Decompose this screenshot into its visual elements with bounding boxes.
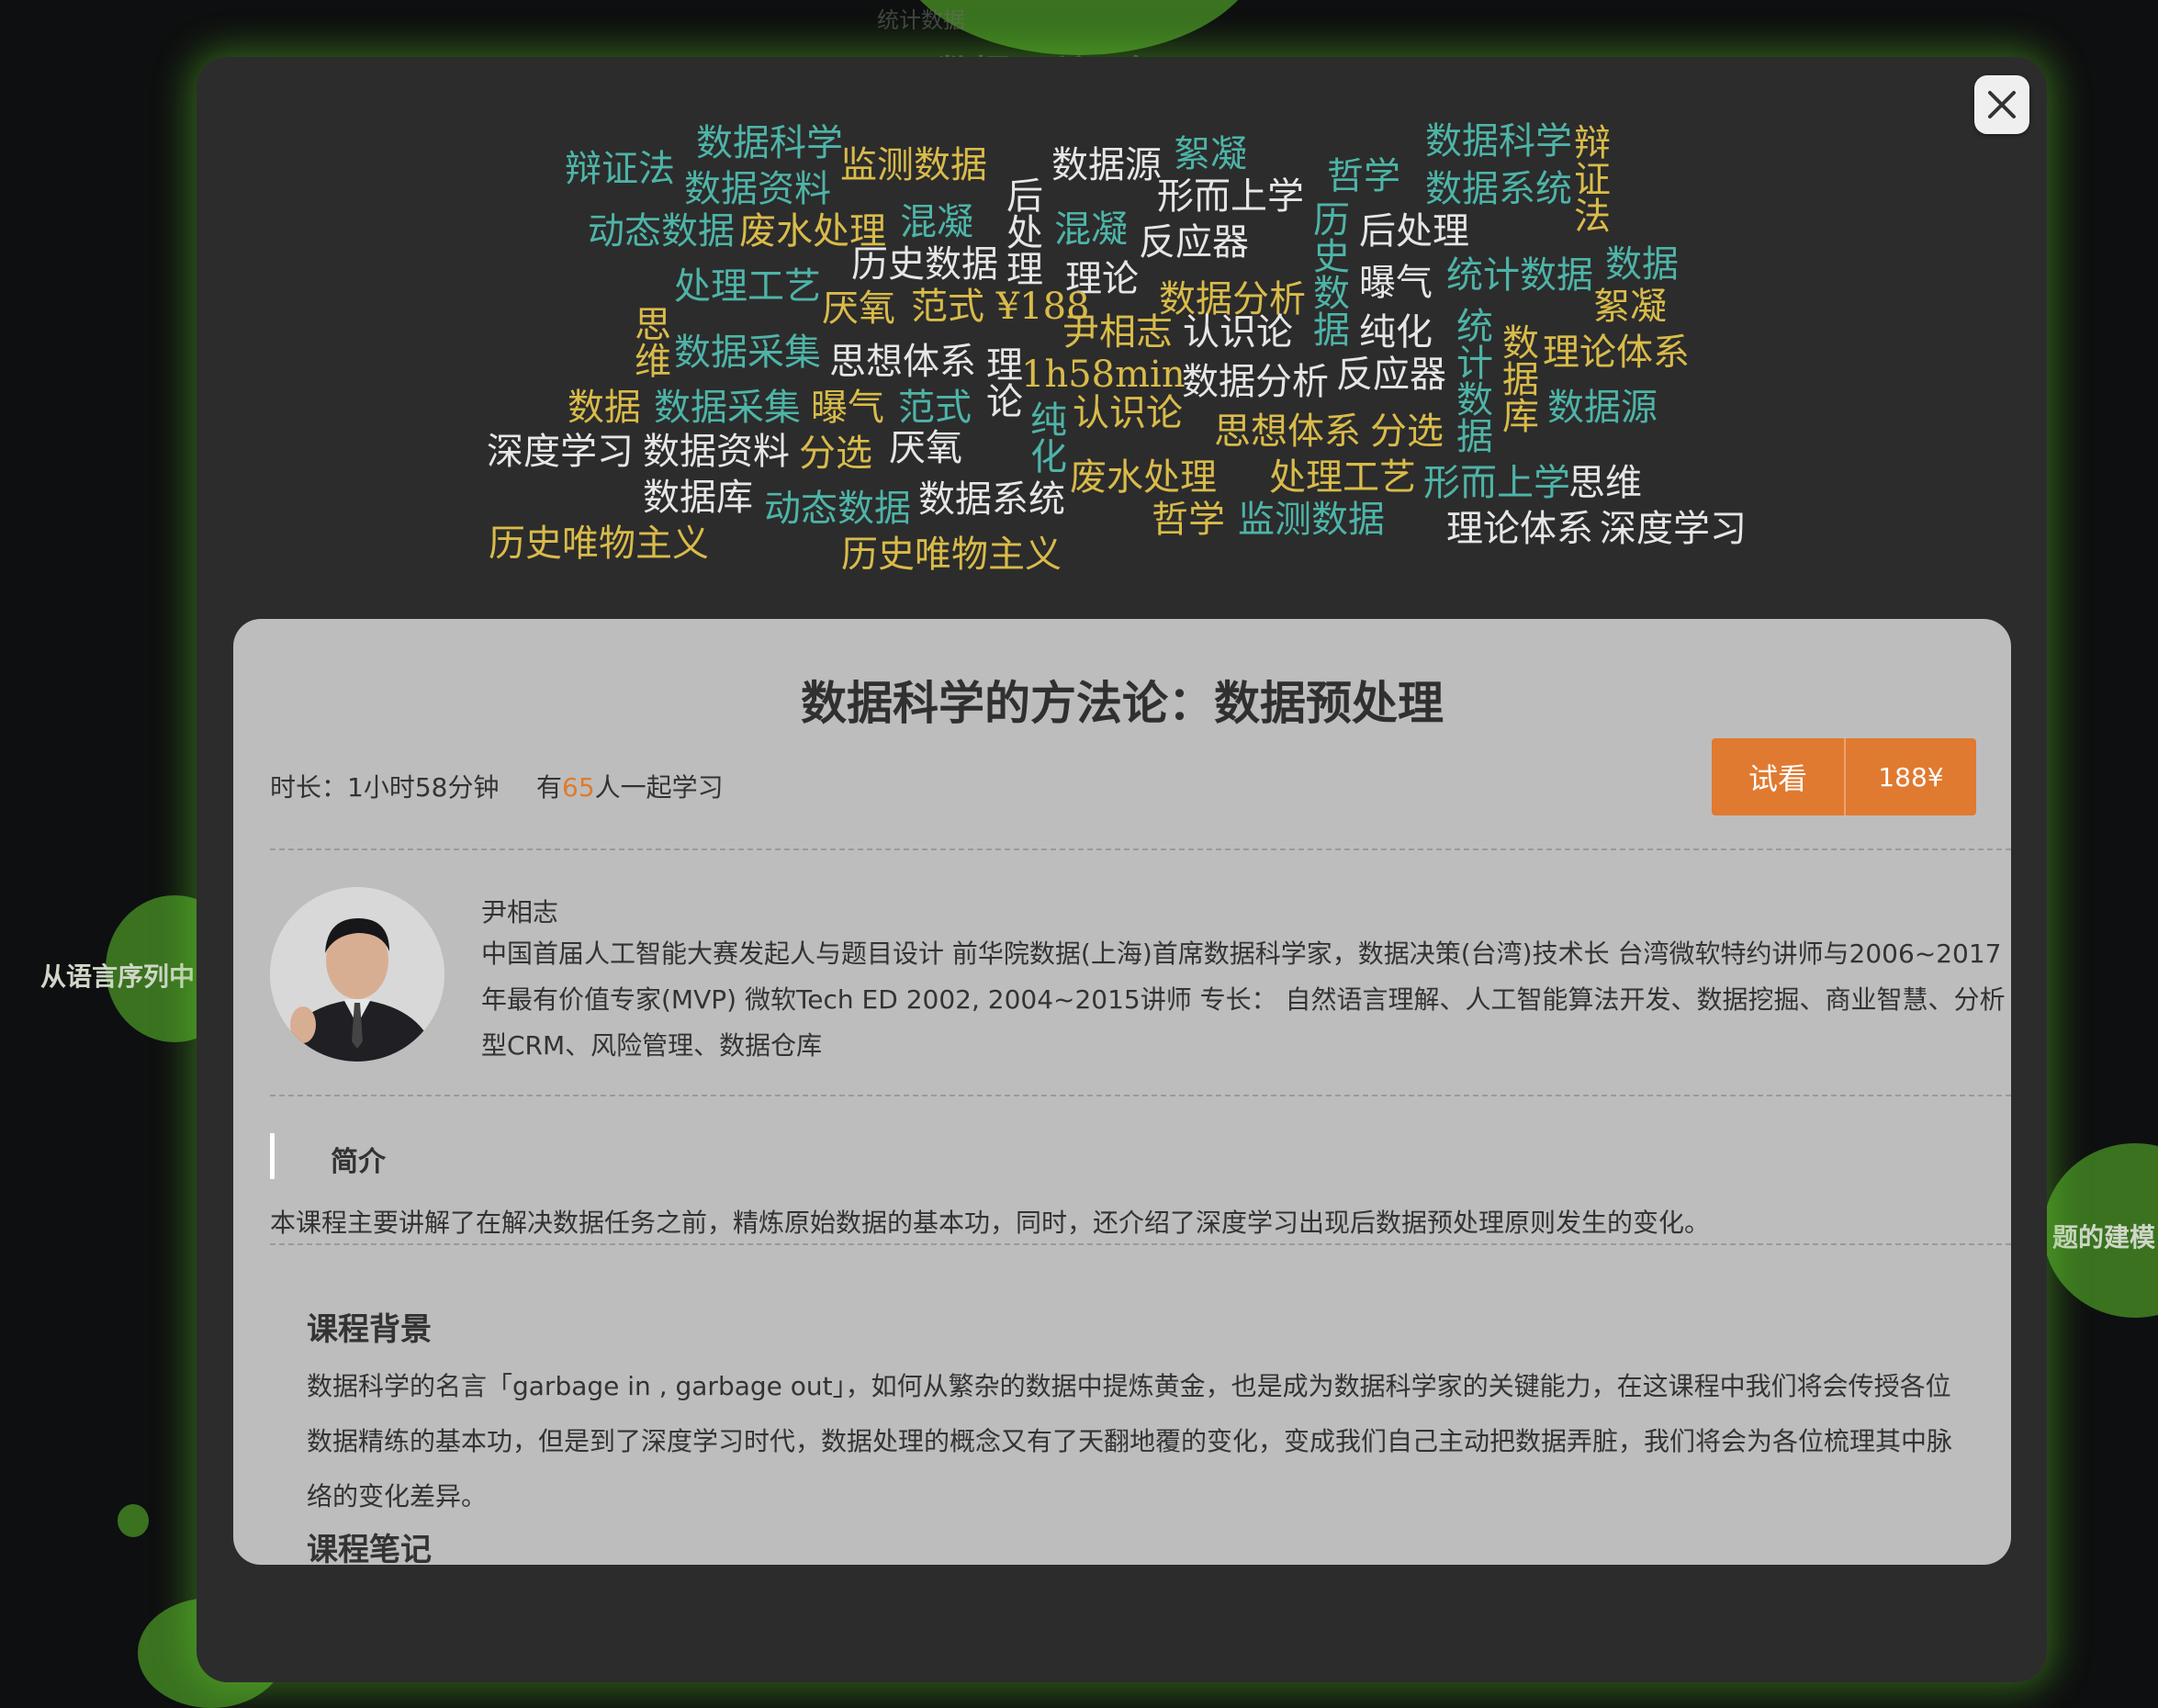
word-cloud-word: 历史数据: [1307, 200, 1349, 347]
word-cloud-word: 纯化: [1024, 400, 1066, 474]
word-cloud-word: 深度学习: [487, 431, 634, 473]
word-cloud-word: 理论体系: [1543, 331, 1690, 374]
divider: [270, 1243, 2011, 1245]
close-icon: [1988, 91, 2016, 118]
word-cloud-word: 纯化: [1359, 311, 1433, 354]
word-cloud-word: 分选: [1370, 410, 1444, 453]
word-cloud-word: 厌氧: [822, 287, 895, 330]
word-cloud-word: 哲学: [1152, 499, 1225, 541]
teacher-name: 尹相志: [481, 897, 559, 927]
teacher-avatar: [270, 887, 444, 1062]
background-title: 课程背景: [307, 1311, 432, 1348]
bg-label-left: 从语言序列中: [40, 961, 196, 992]
word-cloud-word: 范式: [898, 387, 972, 429]
word-cloud-word: 数据: [1605, 243, 1679, 286]
word-cloud-word: 辩证法: [1568, 123, 1610, 233]
word-cloud-word: 数据源: [1547, 387, 1658, 429]
word-cloud-word: 混凝: [900, 201, 973, 243]
word-cloud-word: 处理工艺: [674, 265, 821, 308]
word-cloud-word: 历史唯物主义: [841, 534, 1062, 576]
bg-label-top: 统计数据: [877, 7, 965, 33]
word-cloud-word: 理论体系: [1446, 508, 1593, 550]
word-cloud-word: 形而上学: [1157, 175, 1304, 218]
word-cloud-word: 数据系统: [918, 478, 1065, 521]
word-cloud-word: 数据分析: [1182, 361, 1329, 403]
word-cloud-word: 统计数据: [1450, 307, 1492, 454]
word-cloud-word: 数据库: [1496, 323, 1538, 433]
word-cloud-word: 数据库: [643, 477, 753, 519]
learners-count: 65: [562, 772, 595, 803]
teacher-bio: 中国首届人工智能大赛发起人与题目设计 前华院数据(上海)首席数据科学家，数据决策…: [481, 938, 2006, 1061]
close-button[interactable]: [1974, 75, 2029, 134]
word-cloud-word: 哲学: [1327, 155, 1400, 197]
divider: [270, 1095, 2011, 1096]
word-cloud-word: 数据资料: [643, 431, 790, 473]
word-cloud-word: 数据系统: [1425, 168, 1572, 210]
try-watch-button[interactable]: 试看: [1712, 738, 1846, 815]
word-cloud-word: 深度学习: [1600, 508, 1747, 550]
word-cloud-word: 反应器: [1336, 354, 1446, 396]
word-cloud-word: 1h58min: [1021, 354, 1186, 396]
word-cloud-word: 思维: [1568, 462, 1642, 504]
bg-label-right: 题的建模: [2052, 1222, 2156, 1253]
bg-bubble-small: [118, 1504, 149, 1537]
course-info-card: 数据科学的方法论：数据预处理 时长：1小时58分钟 有65人一起学习 试看 18…: [233, 619, 2011, 1565]
course-title: 数据科学的方法论：数据预处理: [801, 677, 1444, 730]
word-cloud-word: 混凝: [1054, 208, 1128, 251]
word-cloud-word: 思维: [628, 305, 670, 378]
word-cloud-word: 后处理: [1359, 210, 1469, 253]
word-cloud: 辩证法 数据科学 监测数据 数据源 絮凝 哲学 数据科学 辩证法 数据资料 形而…: [459, 110, 1747, 588]
learners-suffix: 人一起学习: [594, 772, 724, 803]
word-cloud-word: 历史唯物主义: [489, 523, 709, 565]
word-cloud-word: 动态数据: [588, 210, 735, 253]
word-cloud-word: 数据源: [1051, 144, 1162, 186]
purchase-button-group: 试看 188¥: [1712, 738, 1976, 815]
section-marker: [270, 1133, 275, 1179]
learners-count-text: 有65人一起学习: [536, 768, 724, 804]
word-cloud-word: 形而上学: [1423, 462, 1570, 504]
notes-title: 课程笔记: [307, 1532, 432, 1565]
word-cloud-word: 厌氧: [889, 427, 962, 469]
word-cloud-word: 监测数据: [1238, 499, 1385, 541]
word-cloud-word: 认识论: [1183, 311, 1293, 354]
word-cloud-word: 历史数据: [851, 243, 998, 286]
learners-prefix: 有: [536, 772, 563, 803]
word-cloud-word: 絮凝: [1174, 133, 1247, 175]
word-cloud-word: 数据采集: [674, 331, 821, 374]
word-cloud-word: 数据资料: [684, 168, 831, 210]
word-cloud-word: 数据: [568, 387, 641, 429]
word-cloud-word: 废水处理: [1070, 456, 1217, 499]
background-text: 数据科学的名言「garbage in , garbage out」，如何从繁杂的…: [307, 1371, 1953, 1511]
word-cloud-word: 数据科学: [1425, 120, 1572, 163]
word-cloud-word: 思想体系: [829, 341, 976, 383]
word-cloud-word: 反应器: [1139, 221, 1249, 264]
buy-price-button[interactable]: 188¥: [1846, 738, 1976, 815]
word-cloud-word: 辩证法: [565, 148, 675, 190]
course-duration: 时长：1小时58分钟: [270, 772, 500, 803]
word-cloud-word: 曝气: [1359, 262, 1433, 304]
word-cloud-word: 监测数据: [840, 144, 987, 186]
divider: [270, 848, 2011, 850]
intro-text: 本课程主要讲解了在解决数据任务之前，精炼原始数据的基本功，同时，还介绍了深度学习…: [270, 1208, 1711, 1238]
word-cloud-word: 后处理: [1000, 176, 1042, 287]
word-cloud-word: 尹相志: [1062, 311, 1173, 354]
word-cloud-word: 动态数据: [764, 488, 911, 530]
word-cloud-word: 理论: [980, 345, 1022, 419]
word-cloud-word: 曝气: [811, 387, 884, 429]
word-cloud-word: 统计数据: [1446, 254, 1593, 297]
word-cloud-word: 认识论: [1073, 392, 1183, 434]
word-cloud-word: 处理工艺: [1269, 456, 1416, 499]
word-cloud-word: 数据科学: [696, 122, 843, 164]
intro-title: 简介: [331, 1146, 386, 1178]
word-cloud-word: 絮凝: [1593, 286, 1667, 328]
word-cloud-word: 思想体系: [1214, 410, 1361, 453]
word-cloud-word: 数据采集: [654, 387, 801, 429]
word-cloud-word: 分选: [799, 433, 872, 475]
